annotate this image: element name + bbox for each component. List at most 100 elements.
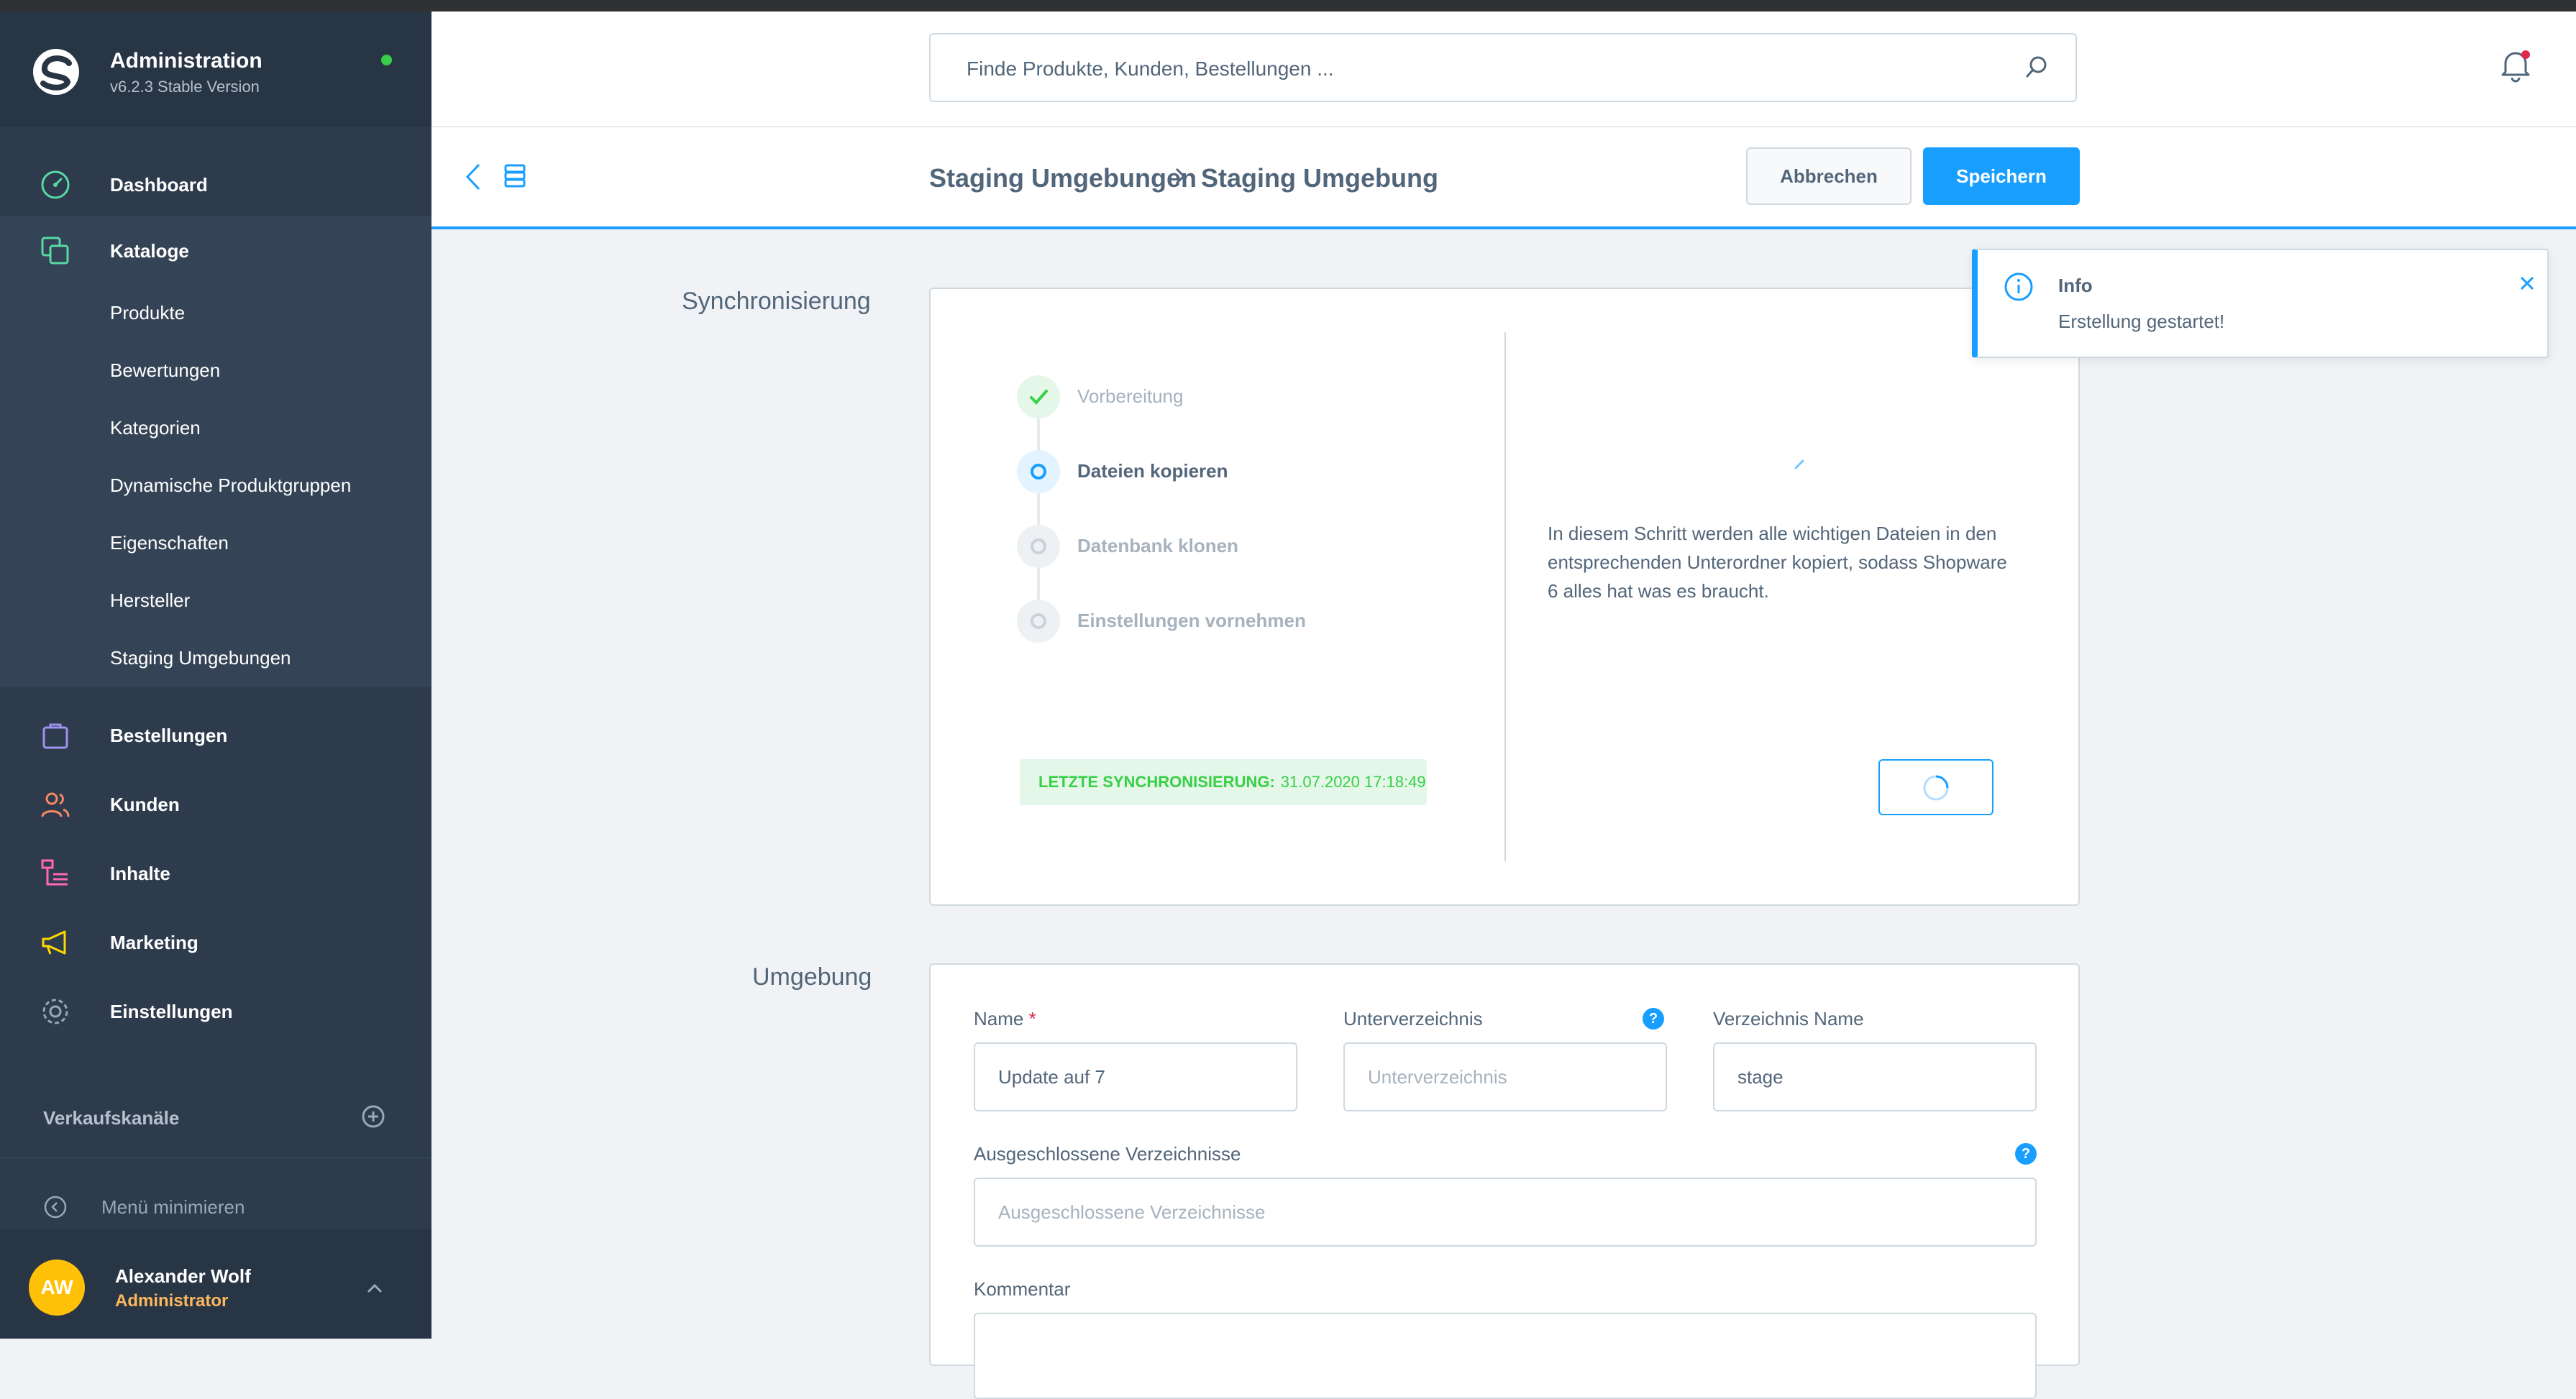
chevron-up-icon[interactable] — [365, 1281, 384, 1295]
step-pending-indicator — [1017, 525, 1060, 568]
sidebar-subitem-reviews[interactable]: Bewertungen — [110, 359, 220, 382]
subdir-field-label: Unterverzeichnis — [1343, 1008, 1483, 1029]
collapse-menu-icon[interactable] — [43, 1195, 68, 1219]
search-placeholder: Finde Produkte, Kunden, Bestellungen ... — [967, 58, 1334, 80]
page-title: Staging Umgebung — [1201, 163, 1438, 193]
notification-bell-icon[interactable] — [2497, 46, 2534, 83]
notification-title: Info — [2058, 275, 2093, 296]
sidebar: Administration v6.2.3 Stable Version Das… — [0, 12, 431, 1339]
gear-icon — [42, 999, 68, 1024]
required-mark: * — [1028, 1008, 1036, 1029]
name-field[interactable] — [974, 1042, 1297, 1111]
save-button[interactable]: Speichern — [1923, 147, 2080, 205]
pending-step-icon — [1031, 538, 1046, 554]
users-icon — [41, 792, 70, 817]
sidebar-item-dashboard[interactable]: Dashboard — [0, 150, 431, 219]
sidebar-item-marketing[interactable]: Marketing — [0, 907, 431, 976]
catalog-group: Kataloge Produkte Bewertungen Kategorien… — [0, 216, 431, 687]
app-version: v6.2.3 Stable Version — [110, 78, 260, 96]
minimize-menu-button[interactable]: Menü minimieren — [101, 1196, 245, 1219]
shopware-logo-icon[interactable] — [32, 47, 81, 96]
sync-card-divider — [1504, 332, 1506, 861]
breadcrumb-parent[interactable]: Staging Umgebungen — [929, 163, 1197, 193]
help-icon[interactable]: ? — [1643, 1008, 1664, 1029]
chevron-right-icon — [1175, 168, 1186, 185]
user-role: Administrator — [115, 1291, 229, 1311]
sidebar-item-orders[interactable]: Bestellungen — [0, 700, 431, 769]
name-label: Name — [974, 1008, 1024, 1029]
sidebar-item-settings[interactable]: Einstellungen — [0, 976, 431, 1045]
sidebar-subitem-staging[interactable]: Staging Umgebungen — [110, 647, 291, 669]
section-title-environment: Umgebung — [752, 963, 872, 991]
close-icon[interactable] — [2517, 273, 2537, 293]
sidebar-item-label: Kataloge — [110, 240, 189, 262]
app-header: Administration v6.2.3 Stable Version — [0, 12, 431, 127]
step-active-indicator — [1017, 450, 1060, 493]
sidebar-item-catalogues[interactable]: Kataloge — [0, 216, 431, 285]
content-icon — [41, 859, 68, 886]
sync-stepper: Vorbereitung Dateien kopieren Datenbank … — [1017, 375, 1391, 643]
spinner-icon — [1923, 775, 1949, 801]
sidebar-item-label: Marketing — [110, 932, 198, 953]
sidebar-subitem-categories[interactable]: Kategorien — [110, 417, 201, 439]
section-title-sync: Synchronisierung — [682, 288, 871, 315]
step-description: In diesem Schritt werden alle wichtigen … — [1548, 523, 2007, 602]
checkmark-icon — [1030, 390, 1048, 405]
dirname-field[interactable] — [1713, 1042, 2037, 1111]
window-top-bar — [0, 0, 2576, 12]
sidebar-item-customers[interactable]: Kunden — [0, 769, 431, 838]
megaphone-icon — [42, 930, 66, 955]
comment-field-label: Kommentar — [974, 1278, 1071, 1300]
last-sync-value: 31.07.2020 17:18:49 — [1280, 773, 1426, 791]
step-done-indicator — [1017, 375, 1060, 418]
search-input[interactable]: Finde Produkte, Kunden, Bestellungen ... — [929, 33, 2077, 102]
step-label: Dateien kopieren — [1077, 460, 1228, 482]
subdir-field[interactable] — [1343, 1042, 1667, 1111]
user-name: Alexander Wolf — [115, 1265, 251, 1287]
help-icon[interactable]: ? — [2015, 1143, 2037, 1165]
sidebar-subitem-dynamic-product-groups[interactable]: Dynamische Produktgruppen — [110, 474, 351, 497]
notification-message: Erstellung gestartet! — [2058, 311, 2225, 332]
gauge-icon — [41, 170, 70, 199]
sales-channels-heading: Verkaufskanäle — [43, 1107, 180, 1129]
excluded-dirs-field[interactable] — [974, 1178, 2037, 1247]
add-sales-channel-icon[interactable] — [361, 1104, 385, 1129]
comment-field[interactable] — [974, 1313, 2037, 1399]
step-pending-indicator — [1017, 600, 1060, 643]
sidebar-subitem-properties[interactable]: Eigenschaften — [110, 532, 229, 554]
step-connector — [1037, 568, 1040, 600]
catalog-icon — [41, 237, 69, 265]
list-view-icon[interactable] — [503, 163, 526, 189]
smart-bar: Staging Umgebungen Staging Umgebung Abbr… — [431, 127, 2576, 229]
step-label: Vorbereitung — [1077, 385, 1184, 407]
active-step-icon — [1031, 464, 1046, 480]
step-label: Einstellungen vornehmen — [1077, 610, 1306, 631]
sidebar-divider — [0, 1157, 431, 1158]
shopping-bag-icon — [42, 723, 68, 749]
info-icon — [2004, 272, 2033, 301]
name-field-label: Name * — [974, 1008, 1036, 1030]
step-label: Datenbank klonen — [1077, 535, 1238, 556]
cancel-button[interactable]: Abbrechen — [1746, 147, 1912, 205]
user-menu[interactable]: AW Alexander Wolf Administrator — [0, 1229, 431, 1339]
avatar: AW — [29, 1260, 85, 1316]
search-icon[interactable] — [2024, 55, 2050, 81]
last-sync-badge: LETZTE SYNCHRONISIERUNG: 31.07.2020 17:1… — [1020, 759, 1427, 805]
sidebar-item-label: Bestellungen — [110, 725, 228, 746]
sidebar-item-content[interactable]: Inhalte — [0, 838, 431, 907]
sync-progress-button[interactable] — [1878, 759, 1993, 815]
sidebar-item-label: Kunden — [110, 794, 180, 815]
sidebar-item-label: Einstellungen — [110, 1001, 233, 1022]
back-arrow-icon[interactable] — [463, 162, 483, 192]
step-connector — [1037, 493, 1040, 525]
dirname-field-label: Verzeichnis Name — [1713, 1008, 1864, 1029]
last-sync-label: LETZTE SYNCHRONISIERUNG: — [1038, 773, 1275, 791]
sync-card: Vorbereitung Dateien kopieren Datenbank … — [929, 288, 2080, 906]
sidebar-subitem-manufacturers[interactable]: Hersteller — [110, 590, 190, 612]
step-connector — [1037, 418, 1040, 450]
sidebar-item-label: Dashboard — [110, 174, 208, 196]
environment-card: Name * Unterverzeichnis ? Verzeichnis Na… — [929, 963, 2080, 1399]
info-notification: Info Erstellung gestartet! — [1972, 249, 2549, 358]
pending-step-icon — [1031, 613, 1046, 629]
sidebar-subitem-products[interactable]: Produkte — [110, 302, 185, 324]
